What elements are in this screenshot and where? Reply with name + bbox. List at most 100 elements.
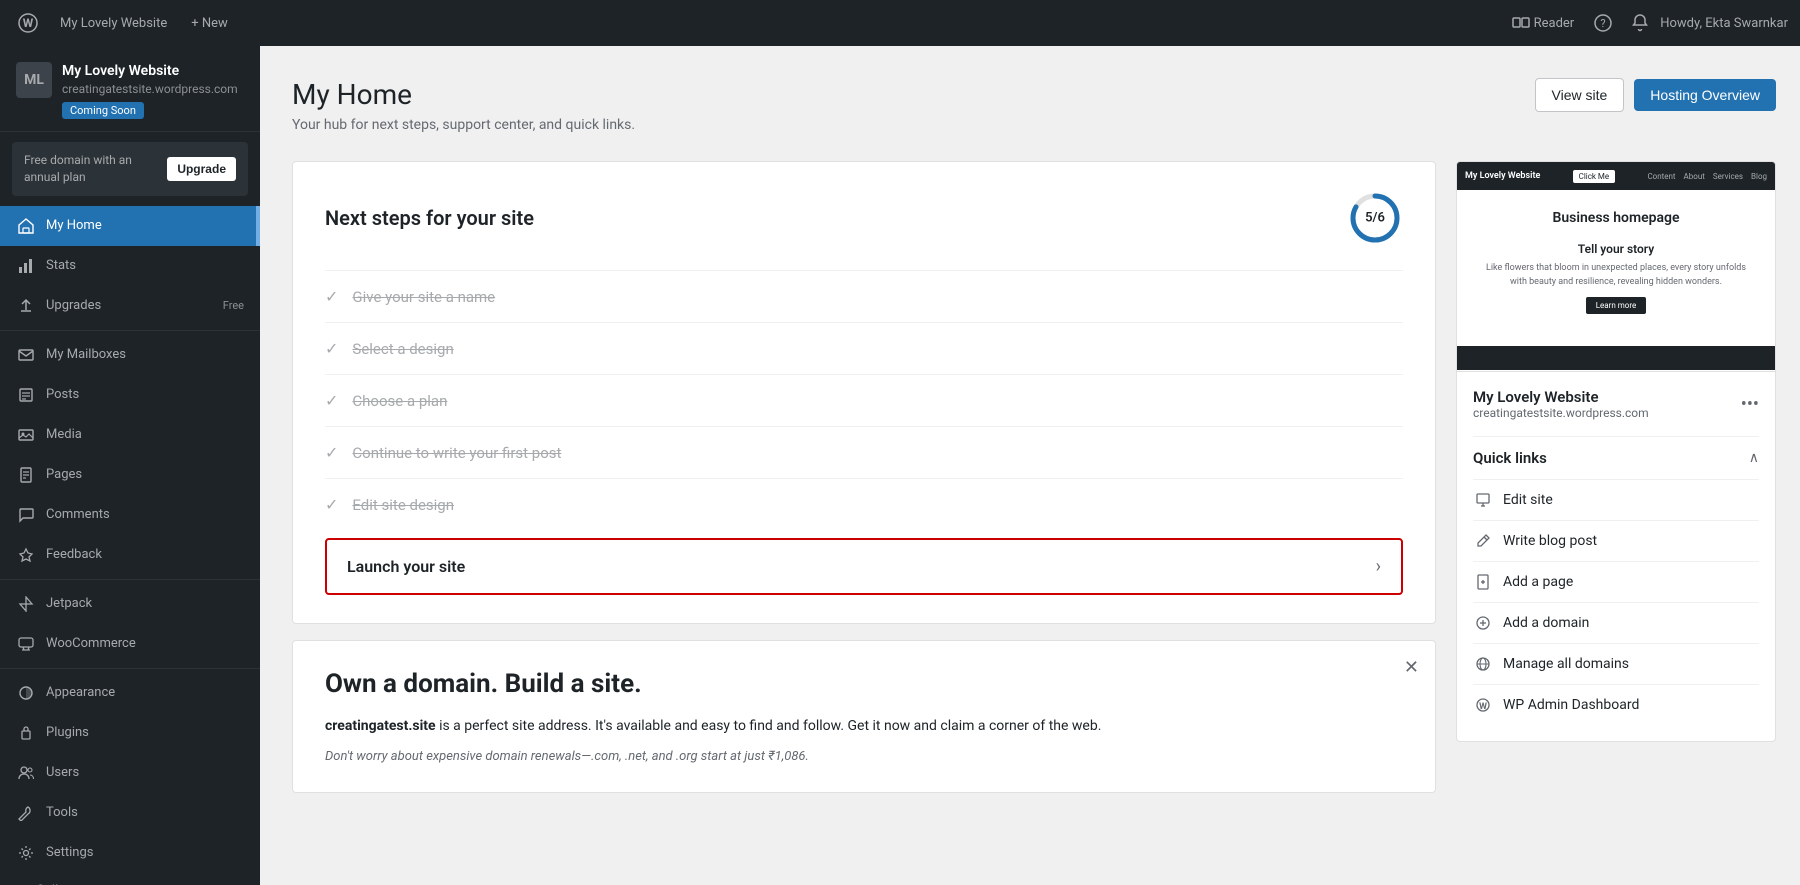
right-panel: My Lovely Website Click Me Content About…	[1456, 161, 1776, 742]
sidebar-item-label: Plugins	[46, 725, 244, 740]
comments-icon	[16, 505, 36, 525]
topbar-site-link[interactable]: My Lovely Website	[52, 16, 175, 31]
free-domain-text: Free domain with an annual plan	[24, 152, 159, 186]
media-icon	[16, 425, 36, 445]
sidebar-item-media[interactable]: Media	[0, 415, 260, 455]
topbar: W My Lovely Website + New Reader ? Howdy…	[0, 0, 1800, 46]
sidebar: ML My Lovely Website creatingatestsite.w…	[0, 46, 260, 885]
sidebar-item-upgrades[interactable]: Upgrades Free	[0, 286, 260, 326]
tools-icon	[16, 803, 36, 823]
preview-learn-more: Learn more	[1586, 297, 1646, 314]
sidebar-item-label: Media	[46, 427, 244, 442]
panel-site-name: My Lovely Website	[1473, 388, 1649, 406]
quick-link-manage-domains[interactable]: Manage all domains	[1473, 643, 1759, 684]
settings-icon	[16, 843, 36, 863]
sidebar-item-tools[interactable]: Tools	[0, 793, 260, 833]
step-label: Continue to write your first post	[352, 444, 1403, 462]
preview-nav-links: Content About Services Blog	[1647, 172, 1767, 181]
quick-link-edit-site[interactable]: Edit site	[1473, 479, 1759, 520]
coming-soon-badge[interactable]: Coming Soon	[62, 102, 144, 119]
site-preview-thumbnail: My Lovely Website Click Me Content About…	[1457, 162, 1775, 372]
page-header: My Home Your hub for next steps, support…	[292, 78, 1776, 133]
progress-circle: 5/6	[1347, 190, 1403, 246]
launch-site-button[interactable]: Launch your site ›	[325, 538, 1403, 595]
quick-link-label: Manage all domains	[1503, 656, 1629, 672]
quick-link-wp-admin[interactable]: W WP Admin Dashboard	[1473, 684, 1759, 725]
upgrades-icon	[16, 296, 36, 316]
more-options-button[interactable]: •••	[1741, 394, 1759, 415]
help-button[interactable]: ?	[1586, 14, 1620, 32]
jetpack-icon	[16, 594, 36, 614]
user-greeting[interactable]: Howdy, Ekta Swarnkar	[1660, 16, 1788, 31]
sidebar-site-url: creatingatestsite.wordpress.com	[62, 82, 244, 96]
quick-link-label: Edit site	[1503, 492, 1553, 508]
sidebar-item-feedback[interactable]: Feedback	[0, 535, 260, 575]
users-icon	[16, 763, 36, 783]
mailboxes-icon	[16, 345, 36, 365]
feedback-icon	[16, 545, 36, 565]
step-item: ✓ Edit site design	[325, 478, 1403, 530]
domain-card: ✕ Own a domain. Build a site. creatingat…	[292, 640, 1436, 793]
add-domain-icon	[1473, 613, 1493, 633]
sidebar-item-posts[interactable]: Posts	[0, 375, 260, 415]
domain-card-note: Don't worry about expensive domain renew…	[325, 749, 1403, 764]
step-label: Select a design	[352, 340, 1403, 358]
pages-icon	[16, 465, 36, 485]
close-domain-card-button[interactable]: ✕	[1404, 657, 1419, 678]
site-preview-card: My Lovely Website Click Me Content About…	[1456, 161, 1776, 742]
sidebar-site-name: My Lovely Website	[62, 62, 244, 80]
topbar-new-button[interactable]: + New	[183, 16, 236, 31]
page-subtitle: Your hub for next steps, support center,…	[292, 117, 635, 133]
step-label: Give your site a name	[352, 288, 1403, 306]
sidebar-item-pages[interactable]: Pages	[0, 455, 260, 495]
quick-links-title: Quick links	[1473, 449, 1547, 467]
plugins-icon	[16, 723, 36, 743]
write-icon	[1473, 531, 1493, 551]
home-icon	[16, 216, 36, 236]
quick-link-label: Add a domain	[1503, 615, 1589, 631]
quick-link-write-blog-post[interactable]: Write blog post	[1473, 520, 1759, 561]
quick-link-add-page[interactable]: Add a page	[1473, 561, 1759, 602]
preview-hero-title: Business homepage	[1477, 210, 1755, 226]
hosting-overview-button[interactable]: Hosting Overview	[1634, 79, 1776, 111]
view-site-button[interactable]: View site	[1535, 78, 1625, 112]
posts-icon	[16, 385, 36, 405]
launch-label: Launch your site	[347, 557, 465, 576]
edit-site-icon	[1473, 490, 1493, 510]
domain-card-text: creatingatest.site is a perfect site add…	[325, 715, 1403, 737]
sidebar-item-my-mailboxes[interactable]: My Mailboxes	[0, 335, 260, 375]
upgrade-button[interactable]: Upgrade	[167, 157, 236, 181]
quick-links-section: Quick links ∧ Edit site	[1457, 436, 1775, 741]
sidebar-item-users[interactable]: Users	[0, 753, 260, 793]
sidebar-item-jetpack[interactable]: Jetpack	[0, 584, 260, 624]
appearance-icon	[16, 683, 36, 703]
step-item: ✓ Choose a plan	[325, 374, 1403, 426]
sidebar-item-label: Pages	[46, 467, 244, 482]
svg-text:W: W	[23, 16, 34, 30]
reader-button[interactable]: Reader	[1504, 16, 1583, 31]
sidebar-item-comments[interactable]: Comments	[0, 495, 260, 535]
quick-link-label: Add a page	[1503, 574, 1573, 590]
chevron-right-icon: ›	[1376, 556, 1381, 577]
sidebar-item-stats[interactable]: Stats	[0, 246, 260, 286]
sidebar-item-label: Users	[46, 765, 244, 780]
sidebar-item-appearance[interactable]: Appearance	[0, 673, 260, 713]
woocommerce-icon	[16, 634, 36, 654]
sidebar-item-settings[interactable]: Settings	[0, 833, 260, 873]
sidebar-item-label: Comments	[46, 507, 244, 522]
quick-links-header[interactable]: Quick links ∧	[1473, 436, 1759, 479]
quick-link-label: Write blog post	[1503, 533, 1597, 549]
step-item: ✓ Select a design	[325, 322, 1403, 374]
quick-link-add-domain[interactable]: Add a domain	[1473, 602, 1759, 643]
sidebar-item-label: Feedback	[46, 547, 244, 562]
notifications-button[interactable]	[1624, 14, 1656, 32]
sidebar-item-plugins[interactable]: Plugins	[0, 713, 260, 753]
sidebar-item-woocommerce[interactable]: WooCommerce	[0, 624, 260, 664]
preview-footer	[1457, 346, 1775, 370]
collapse-menu-button[interactable]: ◀ Collapse menu	[0, 873, 260, 885]
sidebar-item-my-home[interactable]: My Home	[0, 206, 260, 246]
preview-cta-button: Click Me	[1573, 170, 1616, 183]
preview-section-text: Like flowers that bloom in unexpected pl…	[1477, 262, 1755, 289]
preview-site-name: My Lovely Website	[1465, 171, 1540, 181]
wp-logo-icon[interactable]: W	[12, 7, 44, 39]
